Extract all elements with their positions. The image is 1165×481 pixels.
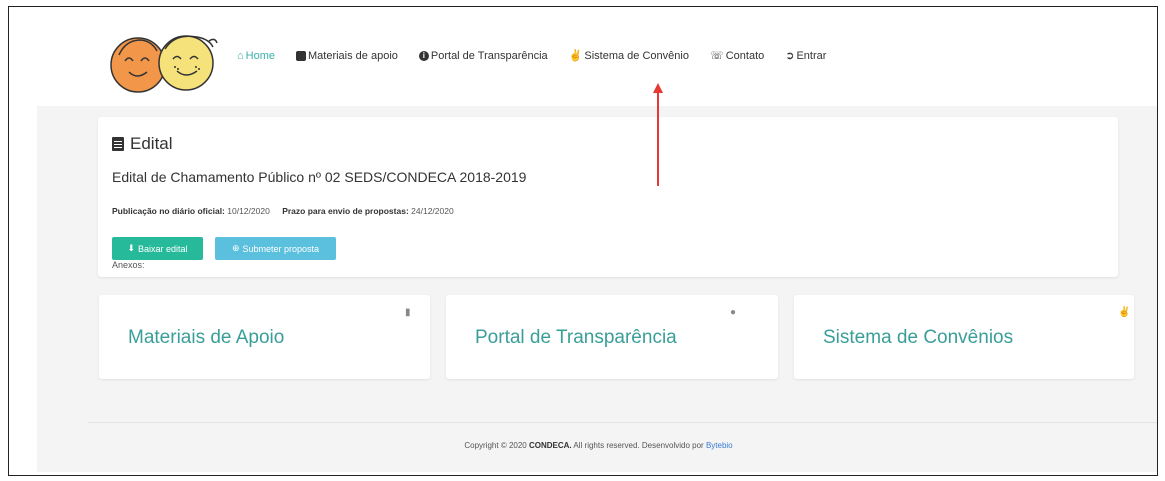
footer-rights: All rights reserved. Desenvolvido por [573,441,704,450]
book-icon: ▮ [405,307,411,318]
prazo-label: Prazo para envio de propostas: [282,206,409,216]
plus-circle-icon: ⊕ [231,243,240,253]
edital-card: Edital Edital de Chamamento Público nº 0… [98,117,1118,277]
condeca-logo[interactable] [105,27,219,97]
footer-org: CONDECA. [528,441,572,450]
headset-icon: ☏ [709,49,724,62]
publicacao-value: 10/12/2020 [227,206,270,216]
tile-sistema-de-convenios[interactable]: ✌ Sistema de Convênios [794,295,1134,379]
nav-entrar[interactable]: ➲ Entrar [785,50,826,62]
baixar-edital-button[interactable]: ⬇ Baixar edital [112,237,203,260]
nav-contato-label: Contato [725,50,765,62]
book-icon [296,51,306,61]
submeter-proposta-label: Submeter proposta [242,243,320,254]
edital-meta: Publicação no diário oficial: 10/12/2020… [112,206,464,216]
info-icon: i [418,51,429,61]
home-icon: ⌂ [237,49,244,62]
handshake-icon: ✌ [1118,307,1131,318]
annotation-arrow [653,83,663,186]
document-icon [112,137,124,151]
nav-home-label: Home [245,50,275,62]
tile-portal-label: Portal de Transparência [475,327,677,348]
edital-heading-label: Edital [130,134,173,153]
nav-portal[interactable]: i Portal de Transparência [418,50,548,62]
footer-dev-link[interactable]: Bytebio [706,441,733,450]
submeter-proposta-button[interactable]: ⊕ Submeter proposta [215,237,336,260]
prazo-value: 24/12/2020 [411,206,454,216]
sign-in-icon: ➲ [785,49,795,62]
nav-sistema[interactable]: ✌ Sistema de Convênio [569,50,689,62]
baixar-edital-label: Baixar edital [138,243,188,254]
publicacao-label: Publicação no diário oficial: [112,206,225,216]
nav-entrar-label: Entrar [796,50,827,62]
download-icon: ⬇ [127,243,135,253]
info-icon: ● [730,307,737,318]
nav-materiais-label: Materiais de apoio [308,50,398,62]
footer: Copyright © 2020 CONDECA. All rights res… [37,441,1157,450]
screenshot-frame: ⌂ Home Materiais de apoio i Portal de Tr… [8,6,1158,476]
edital-title: Edital de Chamamento Público nº 02 SEDS/… [112,169,527,185]
tile-portal-de-transparencia[interactable]: ● Portal de Transparência [446,295,778,379]
nav-contato[interactable]: ☏ Contato [710,50,764,62]
anexos-label: Anexos: [112,260,145,270]
footer-copyright: Copyright © 2020 [464,441,527,450]
nav-sistema-label: Sistema de Convênio [584,50,689,62]
main-nav: ⌂ Home Materiais de apoio i Portal de Tr… [237,45,847,67]
nav-portal-label: Portal de Transparência [430,50,548,62]
tile-materiais-label: Materiais de Apoio [128,327,285,348]
footer-divider [88,422,1157,423]
tile-materiais-de-apoio[interactable]: ▮ Materiais de Apoio [99,295,430,379]
handshake-icon: ✌ [568,49,583,62]
main-content: Edital Edital de Chamamento Público nº 0… [37,106,1157,472]
nav-home[interactable]: ⌂ Home [237,50,275,62]
nav-materiais[interactable]: Materiais de apoio [296,50,398,62]
tile-sistema-label: Sistema de Convênios [823,327,1014,348]
edital-heading: Edital [112,134,173,154]
